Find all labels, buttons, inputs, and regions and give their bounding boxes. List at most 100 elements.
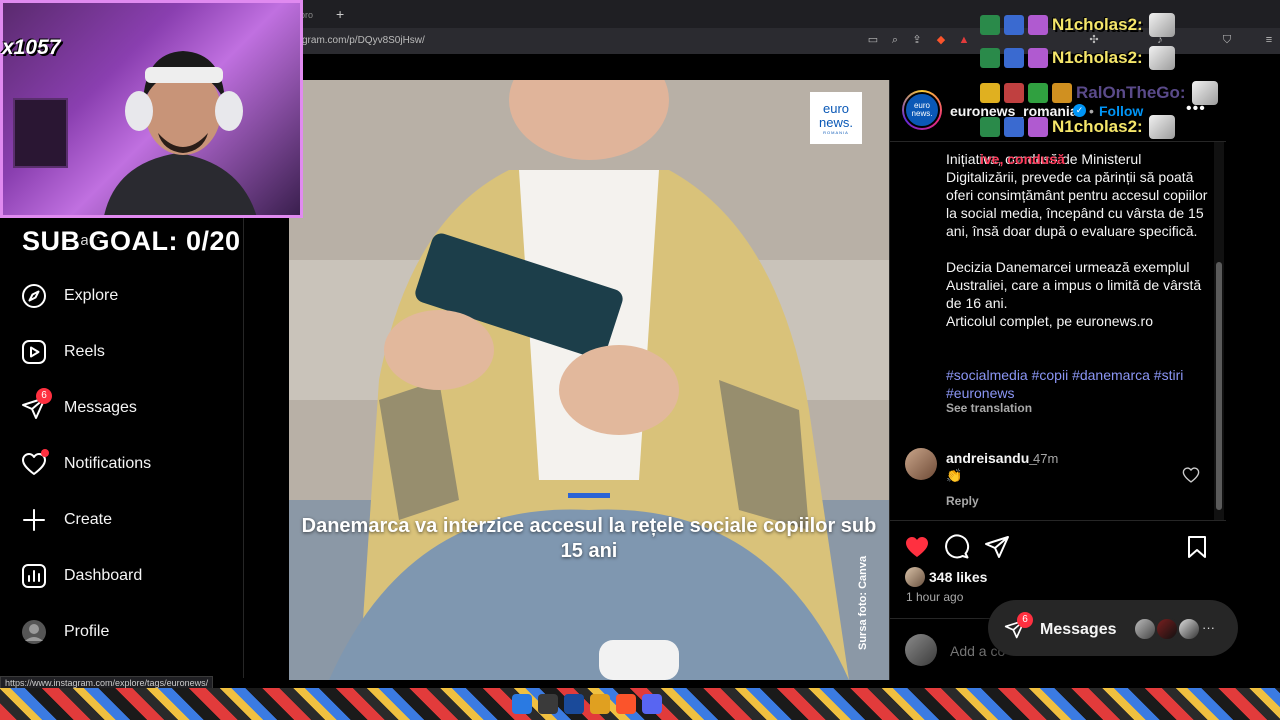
sidebar-item-explore[interactable]: Explore (20, 274, 230, 318)
chat-badge-icon (980, 48, 1000, 68)
caption-paragraph: Decizia Danemarcei urmează exemplul Aust… (946, 259, 1202, 311)
messages-badge: 6 (36, 388, 52, 404)
cast-icon[interactable]: ▭ (866, 33, 880, 47)
menu-icon[interactable]: ≡ (1262, 33, 1276, 47)
chat-badge-icon (980, 117, 1000, 137)
task-view-icon[interactable] (538, 694, 558, 714)
messages-icon: 6 (20, 388, 52, 422)
new-tab-button[interactable]: + (336, 4, 350, 24)
cat-emote-icon (1191, 81, 1218, 105)
sub-goal-overlay: SUB GOAL: 0/20 (22, 226, 241, 256)
sidebar-item-label: Notifications (64, 455, 152, 472)
conversation-avatar (1155, 617, 1179, 641)
chat-badge-icon (1004, 117, 1024, 137)
dashboard-icon (20, 562, 48, 590)
logo-subtext: ROMANIA (823, 129, 849, 135)
conversation-avatar (1177, 617, 1201, 641)
sidebar-item-label: Reels (64, 343, 105, 360)
cat-emote-icon (1148, 115, 1175, 139)
chat-message: N1cholas2: (980, 45, 1175, 71)
streamer-silhouette (104, 51, 257, 215)
sidebar-item-messages[interactable]: 6 Messages (20, 386, 230, 430)
like-heart-icon[interactable] (904, 534, 930, 560)
post-headline: Danemarca va interzice accesul la rețele… (301, 515, 877, 562)
vpn-shield-icon[interactable]: ⛉ (1220, 33, 1234, 47)
euronews-logo: euro news. ROMANIA (810, 92, 862, 144)
streamer-webcam (0, 0, 303, 218)
account-avatar-text: euro news. (904, 92, 940, 128)
chat-badge-icon (1004, 15, 1024, 35)
comment-time: 47m (1033, 451, 1059, 466)
sidebar-item-profile[interactable]: Profile (20, 610, 230, 654)
chat-badge-icon (1028, 48, 1048, 68)
logo-text: euro news. (819, 100, 853, 130)
sidebar-item-notifications[interactable]: Notifications (20, 442, 230, 486)
notification-dot (41, 449, 49, 457)
commenter-name[interactable]: andreisandu_ (946, 450, 1037, 466)
browser-tab[interactable]: pro (300, 4, 330, 26)
caption-paragraph: Articolul complet, pe euronews.ro (946, 313, 1153, 329)
bookmark-icon[interactable] (1184, 534, 1210, 560)
chat-badge-icon (1028, 83, 1048, 103)
taskbar-icons (512, 694, 662, 716)
sidebar-item-label: Messages (64, 399, 137, 416)
reply-button[interactable]: Reply (946, 494, 979, 508)
post-photo-illustration (289, 80, 889, 680)
chat-message: N1cholas2: (980, 12, 1175, 38)
heart-icon (20, 449, 49, 478)
sidebar-item-label: Explore (64, 287, 119, 304)
my-avatar (905, 634, 937, 666)
sidebar-item-reels[interactable]: Reels (20, 330, 230, 374)
comment-bubble-icon[interactable] (944, 534, 970, 560)
brave-rewards-icon[interactable]: ▲ (957, 33, 971, 47)
chat-badge-icon (1028, 117, 1048, 137)
see-translation-link[interactable]: See translation (946, 401, 1032, 415)
discord-icon[interactable] (642, 694, 662, 714)
liker-avatar[interactable] (905, 567, 925, 587)
sidebar-item-label: Dashboard (64, 567, 143, 584)
crown-badge-icon (980, 83, 1000, 103)
chat-badge-icon (1004, 83, 1024, 103)
post-caption: Inițiativa, condusă de Ministerul Digita… (946, 150, 1208, 330)
chat-badge-icon (1004, 48, 1024, 68)
compass-icon (20, 282, 48, 310)
conversation-avatar (1133, 617, 1157, 641)
windows-start-icon[interactable] (512, 694, 532, 714)
zoom-icon[interactable]: ⌕ (888, 33, 902, 47)
post-hashtags[interactable]: #socialmedia #copii #danemarca #stiri #e… (946, 366, 1208, 402)
sidebar-item-dashboard[interactable]: Dashboard (20, 554, 230, 598)
chat-username: RalOnTheGo: (1076, 83, 1186, 102)
chat-badge-icon (1028, 15, 1048, 35)
messages-pill-label: Messages (1040, 621, 1117, 638)
scrollbar-thumb[interactable] (1216, 262, 1222, 510)
chat-username: N1cholas2: (1052, 15, 1143, 34)
file-explorer-icon[interactable] (590, 694, 610, 714)
sidebar-item-label: Create (64, 511, 113, 528)
share-icon[interactable]: ⇪ (910, 33, 924, 47)
commenter-avatar[interactable] (905, 448, 937, 480)
headline-accent-bar (568, 493, 610, 498)
sidebar-item-create[interactable]: Create (20, 498, 230, 542)
likes-count[interactable]: 348 likes (929, 569, 987, 585)
brave-shield-icon[interactable]: ◆ (934, 33, 948, 47)
more-conversations-icon: ··· (1202, 620, 1215, 635)
chat-message: RalOnTheGo: (980, 80, 1218, 106)
comment-like-icon[interactable] (1182, 466, 1200, 484)
brave-browser-icon[interactable] (616, 694, 636, 714)
post-timestamp: 1 hour ago (906, 590, 964, 604)
cam-counter: x1057 (2, 36, 61, 59)
app-icon[interactable] (564, 694, 584, 714)
share-send-icon[interactable] (984, 534, 1010, 560)
plus-icon (20, 506, 48, 534)
chat-username: N1cholas2: (1052, 117, 1143, 136)
post-image[interactable] (289, 80, 889, 680)
account-avatar[interactable]: euro news. (902, 90, 942, 130)
profile-avatar (20, 618, 48, 646)
chat-badge-icon (980, 15, 1000, 35)
url-field[interactable]: gram.com/p/DQyv8S0jHsw/ (302, 34, 425, 48)
cat-emote-icon (1148, 46, 1175, 70)
comment-text: 👏 (946, 468, 963, 483)
chat-badge-icon (1052, 83, 1072, 103)
webcam-background-shelf (13, 98, 68, 168)
cat-emote-icon (1148, 13, 1175, 37)
